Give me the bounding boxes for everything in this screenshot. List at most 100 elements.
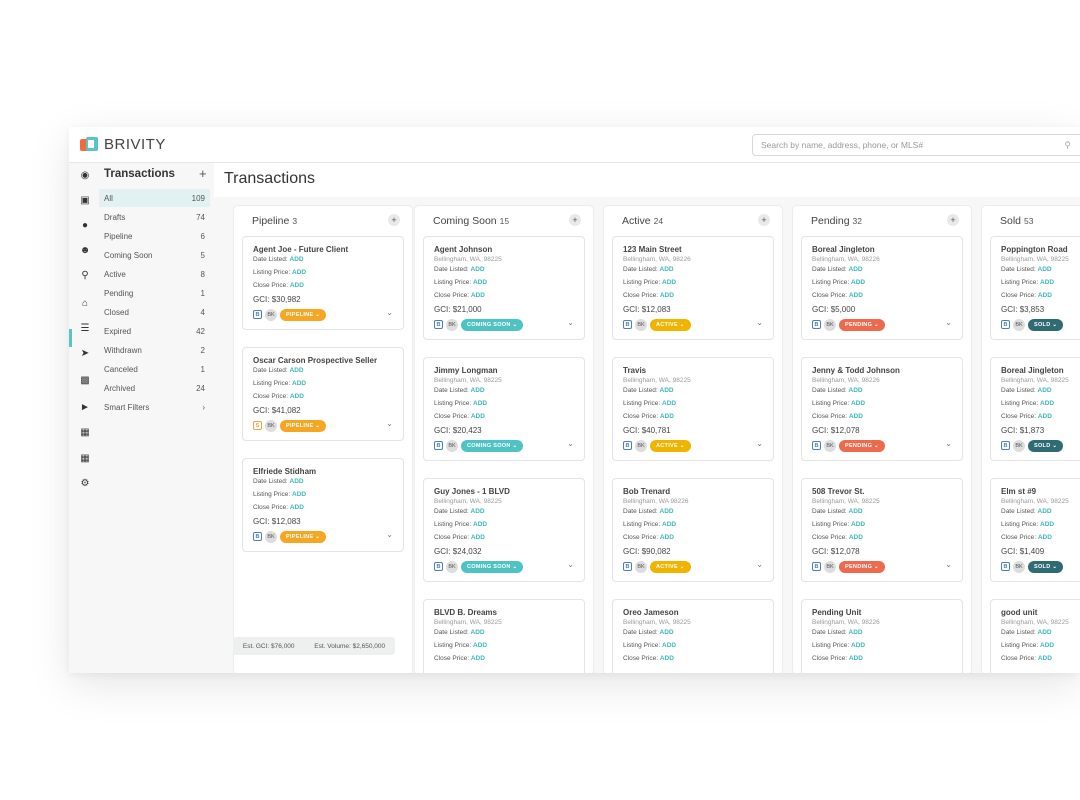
sidebar-item-closed[interactable]: Closed 4 xyxy=(99,303,210,321)
add-listing-price-link[interactable]: ADD xyxy=(662,400,676,407)
dashboard-icon[interactable]: ◉ xyxy=(78,168,92,182)
add-date-listed-link[interactable]: ADD xyxy=(849,508,863,515)
add-close-price-link[interactable]: ADD xyxy=(290,504,304,511)
agent-avatar[interactable]: BK xyxy=(265,308,277,321)
transaction-card[interactable]: Boreal Jingleton Bellingham, WA, 98226 Dat… xyxy=(801,236,963,340)
add-date-listed-link[interactable]: ADD xyxy=(849,387,863,394)
expand-card-icon[interactable]: ⌄ xyxy=(756,560,763,569)
sidebar-item-smart-filters[interactable]: Smart Filters › xyxy=(99,398,210,416)
add-close-price-link[interactable]: ADD xyxy=(849,292,863,299)
agent-avatar[interactable]: BK xyxy=(1013,439,1025,452)
transaction-card[interactable]: Guy Jones - 1 BLVD Bellingham, WA, 98225 D… xyxy=(423,478,585,582)
transaction-card[interactable]: Boreal Jingleton Bellingham, WA, 98225 Dat… xyxy=(990,357,1080,461)
agent-avatar[interactable]: BK xyxy=(824,318,836,331)
transaction-card[interactable]: BLVD B. Dreams Bellingham, WA, 98225 Date … xyxy=(423,599,585,673)
add-close-price-link[interactable]: ADD xyxy=(1038,534,1052,541)
add-listing-price-link[interactable]: ADD xyxy=(662,521,676,528)
expand-card-icon[interactable]: ⌄ xyxy=(567,439,574,448)
add-date-listed-link[interactable]: ADD xyxy=(1038,629,1052,636)
add-date-listed-link[interactable]: ADD xyxy=(660,629,674,636)
transaction-card[interactable]: Oscar Carson Prospective Seller Date List… xyxy=(242,347,404,441)
add-listing-price-link[interactable]: ADD xyxy=(473,642,487,649)
expand-card-icon[interactable]: ⌄ xyxy=(756,439,763,448)
add-close-price-link[interactable]: ADD xyxy=(471,413,485,420)
sidebar-item-pending[interactable]: Pending 1 xyxy=(99,284,210,302)
agent-avatar[interactable]: BK xyxy=(446,560,458,573)
add-date-listed-link[interactable]: ADD xyxy=(1038,387,1052,394)
agent-avatar[interactable]: BK xyxy=(265,419,277,432)
add-date-listed-link[interactable]: ADD xyxy=(849,266,863,273)
add-listing-price-link[interactable]: ADD xyxy=(851,642,865,649)
agent-avatar[interactable]: BK xyxy=(1013,318,1025,331)
add-date-listed-link[interactable]: ADD xyxy=(1038,266,1052,273)
expand-card-icon[interactable]: ⌄ xyxy=(945,318,952,327)
add-listing-price-link[interactable]: ADD xyxy=(662,279,676,286)
status-dropdown[interactable]: ACTIVE ⌄ xyxy=(650,560,691,573)
transaction-card[interactable]: Jenny & Todd Johnson Bellingham, WA, 9822… xyxy=(801,357,963,461)
rocket-icon[interactable]: ➤ xyxy=(78,346,92,360)
add-close-price-link[interactable]: ADD xyxy=(660,292,674,299)
transaction-card[interactable]: Agent Johnson Bellingham, WA, 98225 Date L… xyxy=(423,236,585,340)
search-input[interactable]: Search by name, address, phone, or MLS# … xyxy=(752,134,1080,156)
status-dropdown[interactable]: PIPELINE ⌄ xyxy=(280,308,327,321)
add-close-price-link[interactable]: ADD xyxy=(849,655,863,662)
drop-icon[interactable]: ● xyxy=(78,218,92,232)
search-icon[interactable]: ⚲ xyxy=(1064,140,1071,151)
add-close-price-link[interactable]: ADD xyxy=(471,534,485,541)
add-listing-price-link[interactable]: ADD xyxy=(662,642,676,649)
add-listing-price-link[interactable]: ADD xyxy=(473,521,487,528)
agent-avatar[interactable]: BK xyxy=(824,439,836,452)
add-date-listed-link[interactable]: ADD xyxy=(290,256,304,263)
transaction-card[interactable]: 123 Main Street Bellingham, WA, 98226 Date… xyxy=(612,236,774,340)
add-date-listed-link[interactable]: ADD xyxy=(471,266,485,273)
add-card-button[interactable]: + xyxy=(947,214,959,226)
add-date-listed-link[interactable]: ADD xyxy=(1038,508,1052,515)
sidebar-item-all[interactable]: All 109 xyxy=(99,189,210,207)
add-close-price-link[interactable]: ADD xyxy=(471,292,485,299)
add-close-price-link[interactable]: ADD xyxy=(290,282,304,289)
add-listing-price-link[interactable]: ADD xyxy=(1040,642,1054,649)
transaction-card[interactable]: 508 Trevor St. Bellingham, WA, 98225 Date … xyxy=(801,478,963,582)
transaction-card[interactable]: Elfriede Stidham Date Listed: ADD Listing … xyxy=(242,458,404,552)
add-close-price-link[interactable]: ADD xyxy=(471,655,485,662)
sidebar-item-canceled[interactable]: Canceled 1 xyxy=(99,360,210,378)
status-dropdown[interactable]: PENDING ⌄ xyxy=(839,439,885,452)
person-icon[interactable]: ☻ xyxy=(78,243,92,257)
add-listing-price-link[interactable]: ADD xyxy=(1040,521,1054,528)
status-dropdown[interactable]: COMING SOON ⌄ xyxy=(461,560,524,573)
add-listing-price-link[interactable]: ADD xyxy=(473,400,487,407)
add-close-price-link[interactable]: ADD xyxy=(849,413,863,420)
status-dropdown[interactable]: ACTIVE ⌄ xyxy=(650,318,691,331)
transaction-card[interactable]: Poppington Road Bellingham, WA, 98225 Date… xyxy=(990,236,1080,340)
calendar-icon[interactable]: ▦ xyxy=(78,425,92,439)
agent-avatar[interactable]: BK xyxy=(635,439,647,452)
expand-card-icon[interactable]: ⌄ xyxy=(945,560,952,569)
brand-logo[interactable]: BRIVITY xyxy=(80,136,166,153)
transaction-card[interactable]: Oreo Jameson Bellingham, WA, 98225 Date Li… xyxy=(612,599,774,673)
sidebar-item-archived[interactable]: Archived 24 xyxy=(99,379,210,397)
grid-icon[interactable]: ▦ xyxy=(78,451,92,465)
add-close-price-link[interactable]: ADD xyxy=(660,655,674,662)
search-rail-icon[interactable]: ⚲ xyxy=(78,268,92,282)
add-date-listed-link[interactable]: ADD xyxy=(471,508,485,515)
sidebar-item-coming-soon[interactable]: Coming Soon 5 xyxy=(99,246,210,264)
sidebar-item-active[interactable]: Active 8 xyxy=(99,265,210,283)
add-listing-price-link[interactable]: ADD xyxy=(292,269,306,276)
status-dropdown[interactable]: PENDING ⌄ xyxy=(839,318,885,331)
gear-icon[interactable]: ⚙ xyxy=(78,476,92,490)
transaction-card[interactable]: Elm st #9 Bellingham, WA, 98225 Date Liste… xyxy=(990,478,1080,582)
add-date-listed-link[interactable]: ADD xyxy=(290,478,304,485)
expand-card-icon[interactable]: ⌄ xyxy=(756,318,763,327)
expand-card-icon[interactable]: ⌄ xyxy=(386,530,393,539)
agent-avatar[interactable]: BK xyxy=(446,318,458,331)
add-date-listed-link[interactable]: ADD xyxy=(471,629,485,636)
status-dropdown[interactable]: ACTIVE ⌄ xyxy=(650,439,691,452)
add-close-price-link[interactable]: ADD xyxy=(849,534,863,541)
add-listing-price-link[interactable]: ADD xyxy=(851,279,865,286)
agent-avatar[interactable]: BK xyxy=(446,439,458,452)
add-close-price-link[interactable]: ADD xyxy=(1038,292,1052,299)
agent-avatar[interactable]: BK xyxy=(265,530,277,543)
add-close-price-link[interactable]: ADD xyxy=(290,393,304,400)
expand-card-icon[interactable]: ⌄ xyxy=(945,439,952,448)
inbox-icon[interactable]: ▣ xyxy=(78,193,92,207)
